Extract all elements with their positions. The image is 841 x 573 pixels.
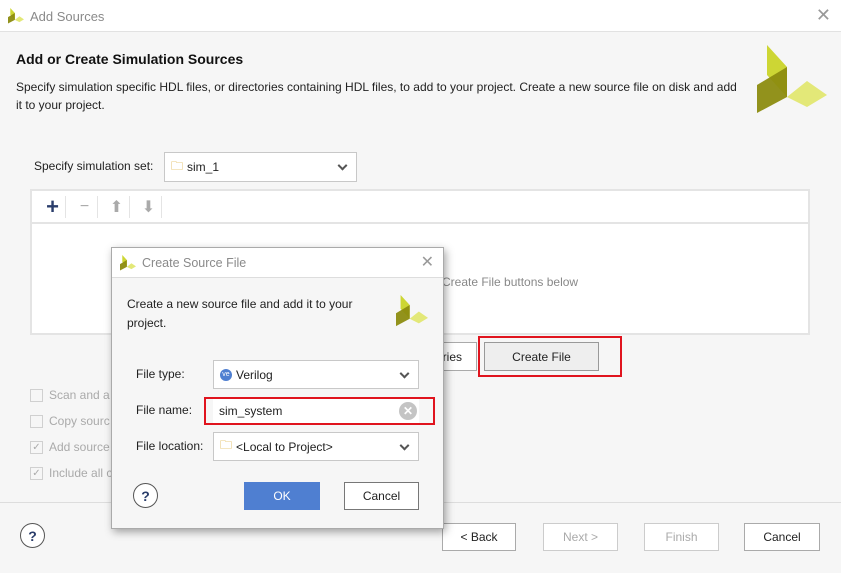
folder-icon: 🗀	[220, 438, 233, 452]
file-location-dropdown[interactable]: 🗀 <Local to Project>	[213, 432, 419, 461]
checkbox[interactable]	[30, 414, 43, 428]
option-include[interactable]: ✓ Include all c	[30, 466, 112, 480]
vivado-logo	[757, 45, 827, 113]
option-label: Scan and a	[49, 388, 110, 402]
close-icon[interactable]: ✕	[421, 252, 434, 272]
file-name-input[interactable]: sim_system ✕	[213, 399, 419, 423]
move-down-icon[interactable]: ⬇	[136, 195, 162, 218]
file-type-value: Verilog	[236, 367, 273, 382]
verilog-icon: ve	[220, 368, 232, 381]
dialog-title: Create Source File	[142, 256, 247, 270]
simset-value: sim_1	[187, 160, 220, 174]
page-description: Specify simulation specific HDL files, o…	[16, 80, 737, 112]
create-file-button[interactable]: Create File	[484, 342, 599, 371]
dialog-title-bar: Create Source File ✕	[112, 248, 443, 278]
chevron-down-icon	[399, 368, 410, 379]
simset-label: Specify simulation set:	[34, 159, 154, 173]
sources-toolbar: + − ⬆ ⬇	[32, 191, 808, 224]
vivado-logo-icon	[120, 255, 136, 271]
remove-icon[interactable]: −	[72, 195, 98, 218]
file-type-dropdown[interactable]: ve Verilog	[213, 360, 419, 389]
window-title-bar: Add Sources ✕	[0, 0, 841, 32]
dialog-description: Create a new source file and add it to y…	[127, 297, 353, 330]
chevron-down-icon	[399, 440, 410, 451]
option-label: Include all c	[49, 466, 113, 480]
checkbox-checked[interactable]: ✓	[30, 466, 43, 480]
dialog-help-button[interactable]: ?	[133, 483, 158, 508]
file-location-value: <Local to Project>	[236, 439, 333, 454]
vivado-logo	[396, 295, 428, 327]
dialog-cancel-button[interactable]: Cancel	[344, 482, 419, 510]
window-title: Add Sources	[30, 9, 105, 24]
page-title: Add or Create Simulation Sources	[16, 51, 244, 67]
ok-button[interactable]: OK	[244, 482, 320, 510]
simset-dropdown[interactable]: 🗀 sim_1	[164, 152, 357, 182]
back-button[interactable]: < Back	[442, 523, 516, 551]
file-name-value: sim_system	[219, 404, 283, 418]
folder-icon: 🗀	[171, 158, 184, 173]
file-name-label: File name:	[136, 403, 193, 417]
chevron-down-icon	[337, 160, 348, 171]
checkbox[interactable]	[30, 388, 43, 402]
option-copy[interactable]: Copy sourc	[30, 414, 110, 428]
option-label: Copy sourc	[49, 414, 110, 428]
option-scan[interactable]: Scan and a	[30, 388, 110, 402]
vivado-logo-icon	[8, 8, 24, 24]
clear-icon[interactable]: ✕	[399, 402, 417, 420]
panel-hint: Create File buttons below	[442, 275, 579, 289]
help-button[interactable]: ?	[20, 523, 45, 548]
file-type-label: File type:	[136, 367, 185, 381]
create-source-file-dialog: Create Source File ✕ Create a new source…	[111, 247, 444, 529]
move-up-icon[interactable]: ⬆	[104, 195, 130, 218]
file-location-label: File location:	[136, 439, 204, 453]
checkbox-checked[interactable]: ✓	[30, 440, 43, 454]
option-label: Add source	[49, 440, 110, 454]
option-add[interactable]: ✓ Add source	[30, 440, 110, 454]
cancel-button[interactable]: Cancel	[744, 523, 820, 551]
close-icon[interactable]: ✕	[816, 5, 831, 26]
next-button[interactable]: Next >	[543, 523, 618, 551]
add-icon[interactable]: +	[40, 194, 66, 219]
finish-button[interactable]: Finish	[644, 523, 719, 551]
